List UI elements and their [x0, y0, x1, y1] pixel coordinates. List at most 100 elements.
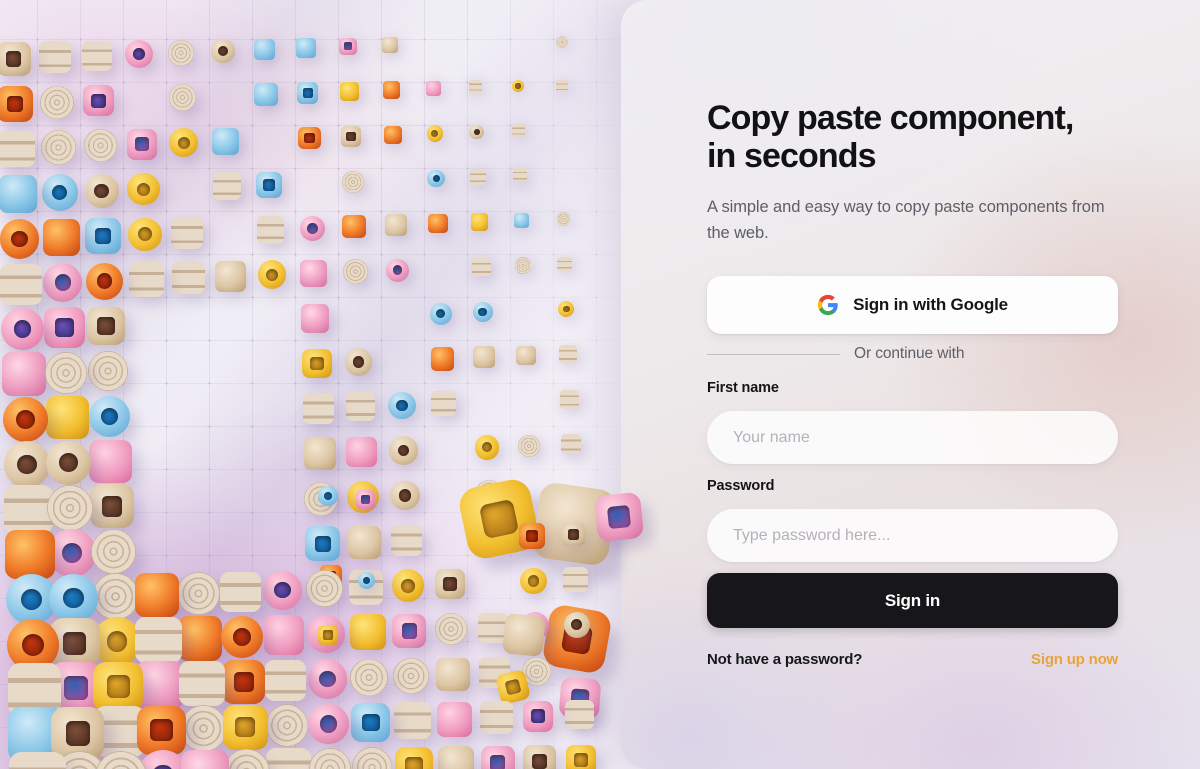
- divider: Or continue with: [707, 344, 1118, 364]
- artwork-block: [558, 301, 575, 318]
- artwork-block: [0, 86, 33, 122]
- artwork-block: [302, 392, 334, 425]
- login-page: Copy paste component, in seconds A simpl…: [0, 0, 1200, 769]
- sign-in-with-google-button[interactable]: Sign in with Google: [707, 276, 1118, 334]
- artwork-block: [342, 214, 366, 239]
- artwork-block: [128, 217, 162, 252]
- artwork-block: [519, 523, 545, 549]
- artwork-block: [394, 746, 434, 769]
- artwork-block: [82, 85, 115, 117]
- artwork-block: [435, 613, 468, 646]
- artwork-block: [93, 661, 144, 712]
- artwork-block: [94, 750, 148, 769]
- artwork-block: [430, 347, 455, 371]
- artwork-block: [255, 171, 283, 198]
- artwork-block: [167, 39, 194, 66]
- artwork-block: [345, 392, 375, 422]
- artwork-block: [254, 82, 278, 107]
- artwork-block: [343, 259, 369, 285]
- artwork-block: [126, 128, 158, 160]
- artwork-block: [41, 174, 78, 211]
- artwork-block: [213, 172, 242, 201]
- artwork-block: [48, 573, 98, 623]
- artwork-block: [351, 703, 391, 742]
- sign-up-now-link[interactable]: Sign up now: [1031, 651, 1118, 668]
- artwork-block: [135, 616, 182, 664]
- artwork-block: [358, 572, 375, 589]
- artwork-block: [520, 567, 547, 595]
- artwork-block: [263, 570, 302, 610]
- first-name-label: First name: [707, 380, 779, 396]
- google-g-icon: [817, 294, 839, 316]
- artwork-block: [341, 170, 364, 193]
- artwork-block: [563, 611, 590, 638]
- first-name-input[interactable]: [707, 411, 1118, 464]
- artwork-block: [427, 169, 446, 188]
- artwork-block: [512, 124, 525, 137]
- artwork-block: [0, 263, 42, 305]
- artwork-block: [593, 491, 645, 543]
- artwork-block: [168, 84, 197, 112]
- artwork-block: [474, 435, 500, 460]
- password-label: Password: [707, 478, 775, 494]
- artwork-block: [523, 745, 556, 769]
- artwork-block: [394, 702, 431, 740]
- artwork-block: [391, 569, 425, 602]
- artwork-block: [556, 80, 568, 92]
- artwork-block: [393, 658, 429, 694]
- artwork-block: [0, 41, 31, 76]
- artwork-block: [125, 40, 154, 69]
- artwork-block: [4, 485, 53, 534]
- artwork-block: [171, 261, 205, 295]
- artwork-block: [383, 125, 403, 145]
- artwork-block: [434, 568, 466, 600]
- artwork-block: [339, 37, 358, 56]
- artwork-block: [301, 304, 330, 333]
- artwork-block: [559, 389, 579, 409]
- artwork-block: [565, 700, 595, 730]
- artwork-block: [392, 613, 427, 648]
- artwork-block: [436, 657, 470, 691]
- artwork-block: [556, 212, 570, 226]
- artwork-block: [300, 259, 328, 287]
- artwork-block: [346, 436, 377, 468]
- artwork-block: [298, 126, 321, 150]
- page-title: Copy paste component, in seconds: [707, 99, 1074, 176]
- artwork-block: [40, 129, 76, 165]
- artwork-block: [296, 38, 317, 58]
- artwork-block: [214, 260, 246, 292]
- artwork-block: [356, 490, 375, 509]
- artwork-block: [468, 80, 482, 94]
- artwork-block: [436, 701, 472, 737]
- artwork-block: [513, 168, 527, 183]
- artwork-block: [85, 218, 121, 254]
- artwork-block: [351, 747, 393, 769]
- artwork-block: [2, 352, 46, 397]
- artwork-block: [472, 302, 493, 323]
- artwork-block: [134, 572, 180, 618]
- artwork-block: [386, 258, 409, 282]
- signup-prompt-row: Not have a password? Sign up now: [707, 651, 1118, 668]
- artwork-block: [388, 391, 416, 419]
- artwork-block: [222, 704, 268, 750]
- sign-in-button[interactable]: Sign in: [707, 573, 1118, 628]
- artwork-block: [429, 302, 452, 325]
- artwork-block: [2, 396, 49, 443]
- artwork-block: [88, 395, 130, 437]
- artwork-block: [266, 748, 311, 769]
- artwork-block: [563, 567, 588, 592]
- artwork-block: [303, 437, 337, 470]
- password-input[interactable]: [707, 509, 1118, 562]
- artwork-block: [136, 705, 187, 755]
- artwork-block: [83, 129, 117, 163]
- artwork-block: [40, 85, 74, 120]
- artwork-block: [390, 525, 423, 557]
- artwork-block: [257, 260, 287, 290]
- artwork-block: [426, 125, 444, 142]
- artwork-block: [340, 81, 360, 102]
- artwork-block: [3, 441, 51, 488]
- artwork-block: [179, 660, 225, 707]
- artwork-block: [382, 81, 401, 99]
- artwork-block: [220, 571, 262, 613]
- artwork-block: [169, 128, 199, 158]
